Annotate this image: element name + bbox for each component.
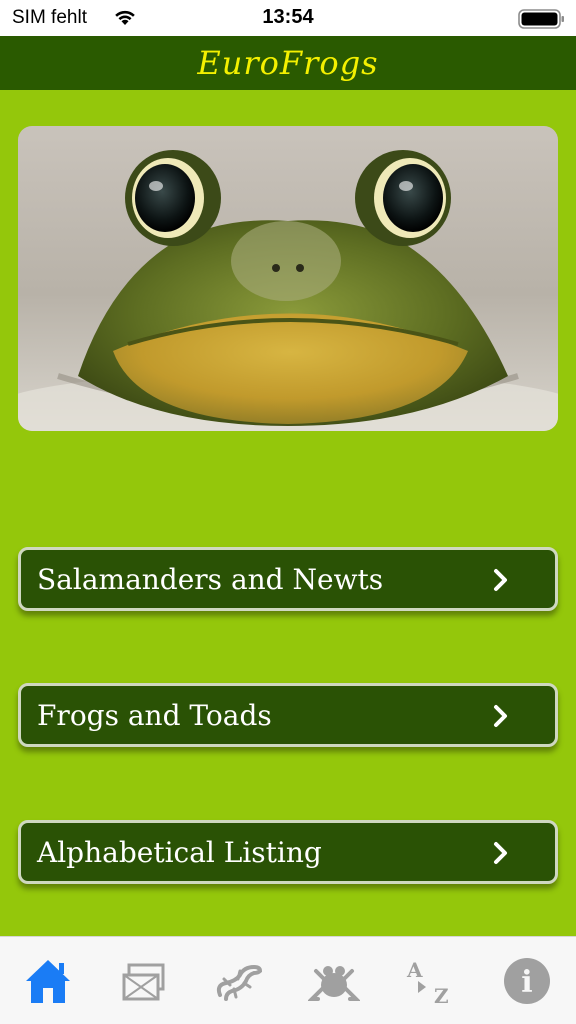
tab-map[interactable] [119, 955, 171, 1007]
battery-icon [518, 9, 564, 29]
frog-icon [307, 966, 361, 1001]
tab-info[interactable]: i [501, 955, 553, 1007]
menu-item-label: Alphabetical Listing [37, 836, 322, 869]
info-icon: i [504, 958, 550, 1004]
tab-salamanders[interactable] [212, 955, 264, 1007]
chevron-right-icon [494, 842, 507, 864]
info-glyph: i [521, 965, 532, 1000]
chevron-right-icon [494, 705, 507, 727]
a-to-z-icon: A Z [406, 958, 449, 1008]
tab-home[interactable] [22, 955, 74, 1007]
status-bar: SIM fehlt 13:54 [0, 0, 576, 36]
menu-item-label: Frogs and Toads [37, 699, 272, 732]
nav-bar: EuroFrogs [0, 36, 576, 90]
menu-item-label: Salamanders and Newts [37, 563, 384, 596]
app-title: EuroFrogs [197, 44, 379, 82]
z-letter: Z [434, 984, 449, 1007]
alphabetical-listing-button[interactable]: Alphabetical Listing [18, 820, 558, 884]
frog-hero-image [18, 126, 558, 431]
frogs-and-toads-button[interactable]: Frogs and Toads [18, 683, 558, 747]
chevron-right-icon [494, 569, 507, 591]
a-letter: A [406, 958, 423, 982]
tab-alphabetical[interactable]: A Z [405, 955, 457, 1008]
tab-bar: A Z i [0, 936, 576, 1024]
map-icon [122, 963, 165, 1001]
salamanders-and-newts-button[interactable]: Salamanders and Newts [18, 547, 558, 611]
home-icon [26, 960, 70, 1003]
tab-frogs[interactable] [307, 955, 361, 1007]
frog-photo [18, 126, 558, 431]
clock-time: 13:54 [262, 6, 314, 28]
salamander-icon [216, 964, 263, 1001]
